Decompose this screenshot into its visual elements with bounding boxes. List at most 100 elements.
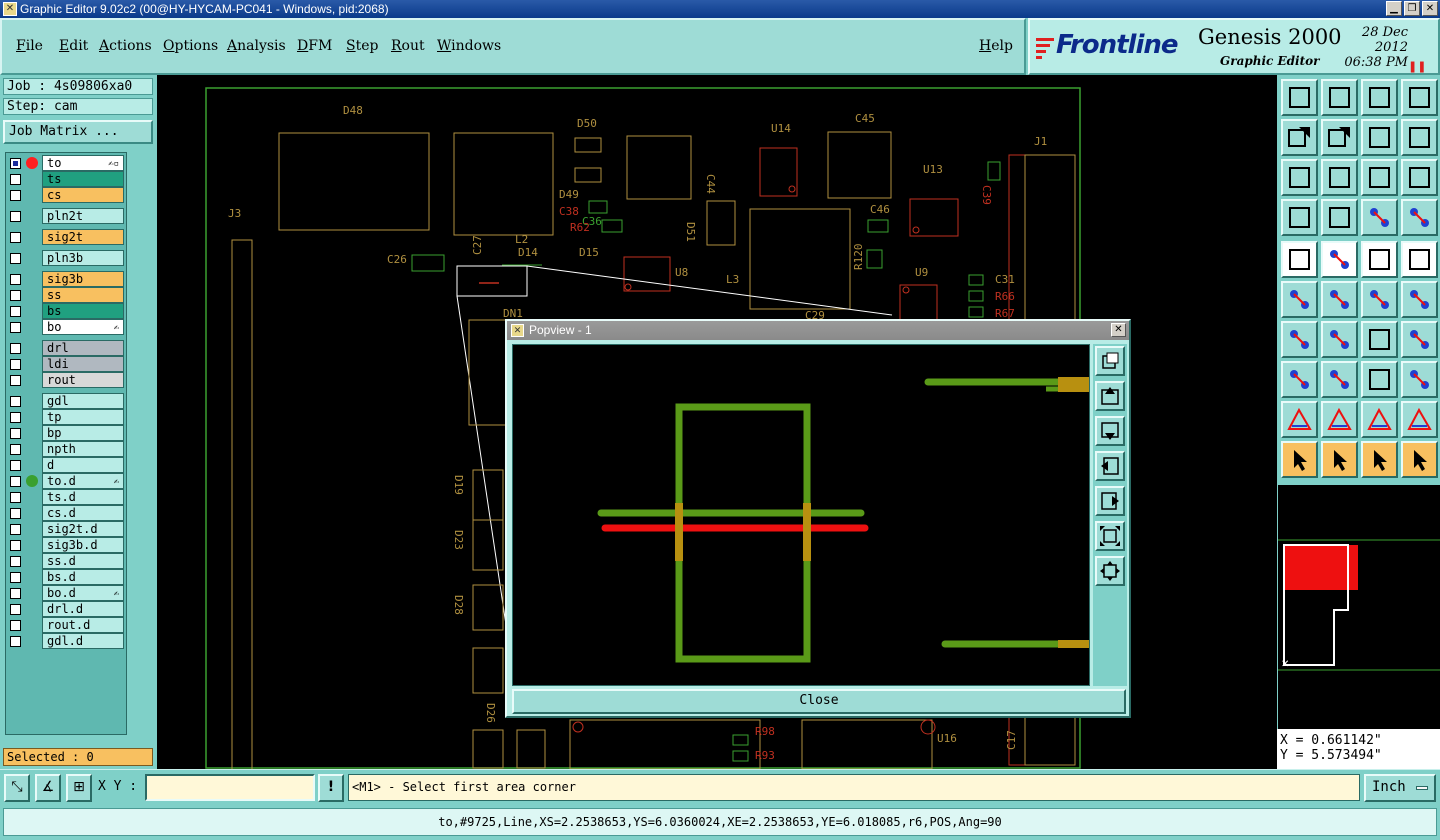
measure-tools-button[interactable] <box>1281 199 1318 236</box>
triangle-cut-button[interactable] <box>1401 401 1438 438</box>
popview-canvas[interactable] <box>512 344 1090 686</box>
restore-icon[interactable]: ❐ <box>1404 1 1420 16</box>
pad-add-button[interactable] <box>1281 361 1318 398</box>
layer-row-bs[interactable]: bs <box>6 303 126 319</box>
layer-checkbox[interactable] <box>10 396 21 407</box>
layout-button[interactable] <box>1361 79 1398 116</box>
snap-button[interactable] <box>1361 199 1398 236</box>
alert-button[interactable]: ! <box>318 774 344 802</box>
popview-fit-button[interactable] <box>1095 521 1125 551</box>
close-icon[interactable]: ✕ <box>1422 1 1438 16</box>
fit-button[interactable] <box>1281 159 1318 196</box>
layer-checkbox[interactable] <box>10 636 21 647</box>
pointer-frame-button[interactable] <box>1361 441 1398 478</box>
triangle-button[interactable] <box>1281 401 1318 438</box>
menu-file[interactable]: File <box>16 38 43 54</box>
layer-name[interactable]: cs.d <box>42 505 124 521</box>
pan-right-button[interactable] <box>1321 119 1358 156</box>
layer-row-cs-d[interactable]: cs.d <box>6 505 126 521</box>
layer-row-sig2t-d[interactable]: sig2t.d <box>6 521 126 537</box>
measure-button[interactable] <box>1361 361 1398 398</box>
layer-checkbox[interactable] <box>10 290 21 301</box>
layer-checkbox[interactable] <box>10 540 21 551</box>
redo-button[interactable] <box>1401 119 1438 156</box>
layer-name[interactable]: drl.d <box>42 601 124 617</box>
layer-row-ss-d[interactable]: ss.d <box>6 553 126 569</box>
layer-checkbox[interactable] <box>10 158 21 169</box>
layer-checkbox[interactable] <box>10 322 21 333</box>
popview-pan-left-button[interactable] <box>1095 451 1125 481</box>
layer-checkbox[interactable] <box>10 232 21 243</box>
arc-button[interactable] <box>1361 321 1398 358</box>
layer-name[interactable]: tp <box>42 409 124 425</box>
layer-checkbox[interactable] <box>10 492 21 503</box>
overview-map[interactable]: ✕ <box>1277 485 1440 729</box>
layer-name[interactable]: ss.d <box>42 553 124 569</box>
triangle-frame-button[interactable] <box>1361 401 1398 438</box>
layer-name[interactable]: ts.d <box>42 489 124 505</box>
layer-name[interactable]: drl <box>42 340 124 356</box>
popview-close-icon[interactable]: ✕ <box>1111 323 1126 337</box>
layer-name[interactable]: cs <box>42 187 124 203</box>
menu-step[interactable]: Step <box>346 38 378 54</box>
popview-close-button[interactable]: Close <box>512 689 1126 714</box>
layer-name[interactable]: gdl <box>42 393 124 409</box>
layer-row-gdl[interactable]: gdl <box>6 393 126 409</box>
menu-dfm[interactable]: DFM <box>297 38 332 54</box>
layer-checkbox[interactable] <box>10 211 21 222</box>
layer-name[interactable]: ss <box>42 287 124 303</box>
grid-mode-button[interactable]: ⊞ <box>66 774 92 802</box>
pause-icon[interactable]: ❚❚ <box>1408 60 1426 73</box>
highlight-button[interactable] <box>1321 241 1358 278</box>
layer-checkbox[interactable] <box>10 190 21 201</box>
layer-name[interactable]: pln3b <box>42 250 124 266</box>
popview-center-button[interactable] <box>1095 556 1125 586</box>
layer-checkbox[interactable] <box>10 253 21 264</box>
zoom-button[interactable] <box>1321 159 1358 196</box>
layer-checkbox[interactable] <box>10 444 21 455</box>
undo-button[interactable] <box>1361 119 1398 156</box>
shapes-button[interactable] <box>1401 361 1438 398</box>
layer-name[interactable]: sig2t.d <box>42 521 124 537</box>
layer-row-rout-d[interactable]: rout.d <box>6 617 126 633</box>
pointer-box-button[interactable] <box>1321 441 1358 478</box>
layer-row-to[interactable]: to ✍▫ <box>6 155 126 171</box>
layer-name[interactable]: rout <box>42 372 124 388</box>
grid-button[interactable] <box>1321 199 1358 236</box>
layer-row-npth[interactable]: npth <box>6 441 126 457</box>
popview-pan-up-button[interactable] <box>1095 381 1125 411</box>
layer-name[interactable]: d <box>42 457 124 473</box>
layer-row-drl-d[interactable]: drl.d <box>6 601 126 617</box>
layer-checkbox[interactable] <box>10 508 21 519</box>
layer-name[interactable]: sig3b <box>42 271 124 287</box>
layer-checkbox[interactable] <box>10 274 21 285</box>
window-split-button[interactable] <box>1401 79 1438 116</box>
popview-zoom-in-button[interactable] <box>1095 346 1125 376</box>
layer-checkbox[interactable] <box>10 375 21 386</box>
menu-options[interactable]: Options <box>163 38 218 54</box>
pointer-net-button[interactable] <box>1401 441 1438 478</box>
route-button[interactable] <box>1281 321 1318 358</box>
layer-row-ts[interactable]: ts <box>6 171 126 187</box>
feature-select-button[interactable] <box>1281 241 1318 278</box>
menu-analysis[interactable]: Analysis <box>227 38 286 54</box>
snap-mode-button[interactable]: ⤡ <box>4 774 30 802</box>
pad-button[interactable] <box>1401 241 1438 278</box>
layer-row-sig3b-d[interactable]: sig3b.d <box>6 537 126 553</box>
layer-row-cs[interactable]: cs <box>6 187 126 203</box>
home-button[interactable] <box>1281 79 1318 116</box>
layer-row-sig2t[interactable]: sig2t <box>6 229 126 245</box>
layer-name[interactable]: ts <box>42 171 124 187</box>
layer-name[interactable]: bp <box>42 425 124 441</box>
line-cut-button[interactable] <box>1321 361 1358 398</box>
popview-pan-right-button[interactable] <box>1095 486 1125 516</box>
menu-edit[interactable]: Edit <box>59 38 88 54</box>
snap-on-button[interactable] <box>1401 199 1438 236</box>
netlist-button[interactable] <box>1281 281 1318 318</box>
layer-name[interactable]: sig2t <box>42 229 124 245</box>
angle-mode-button[interactable]: ∡ <box>35 774 61 802</box>
ratio-button[interactable] <box>1361 159 1398 196</box>
layer-checkbox[interactable] <box>10 306 21 317</box>
split-button[interactable] <box>1401 321 1438 358</box>
popview-pan-down-button[interactable] <box>1095 416 1125 446</box>
